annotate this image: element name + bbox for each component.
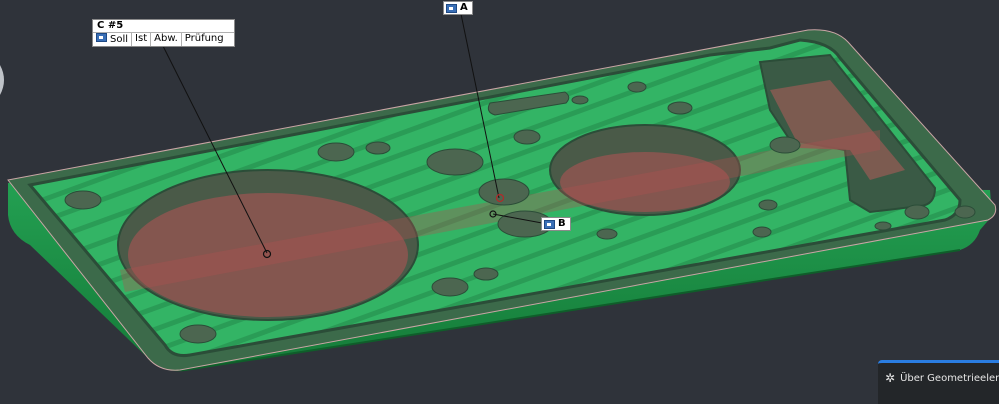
gear-icon: ✲ <box>885 371 896 385</box>
geometry-panel-label: Über Geometrieelemente <box>900 372 999 384</box>
feature-icon <box>96 33 107 42</box>
label-c-title: C #5 <box>93 20 234 33</box>
label-c-columns: Soll Ist Abw. Prüfung <box>93 33 234 46</box>
partial-object <box>0 65 4 95</box>
datum-tag-b[interactable]: B <box>541 217 571 231</box>
col-pruefung: Prüfung <box>184 33 224 44</box>
geometry-panel[interactable]: ✲ Über Geometrieelemente <box>878 360 999 404</box>
col-abw: Abw. <box>151 33 182 46</box>
datum-tag-a-label: A <box>460 2 468 13</box>
col-soll: Soll <box>110 34 129 45</box>
feature-icon <box>544 219 555 229</box>
measurement-label-c[interactable]: C #5 Soll Ist Abw. Prüfung <box>92 19 235 47</box>
label-c-icon-cell: Soll <box>93 33 133 46</box>
3d-viewport[interactable] <box>0 0 999 404</box>
geometry-panel-header[interactable]: ✲ Über Geometrieelemente <box>878 363 999 385</box>
feature-icon <box>446 3 457 13</box>
datum-tag-a[interactable]: A <box>443 1 473 15</box>
datum-tag-b-label: B <box>558 218 566 229</box>
col-ist: Ist <box>132 33 152 46</box>
